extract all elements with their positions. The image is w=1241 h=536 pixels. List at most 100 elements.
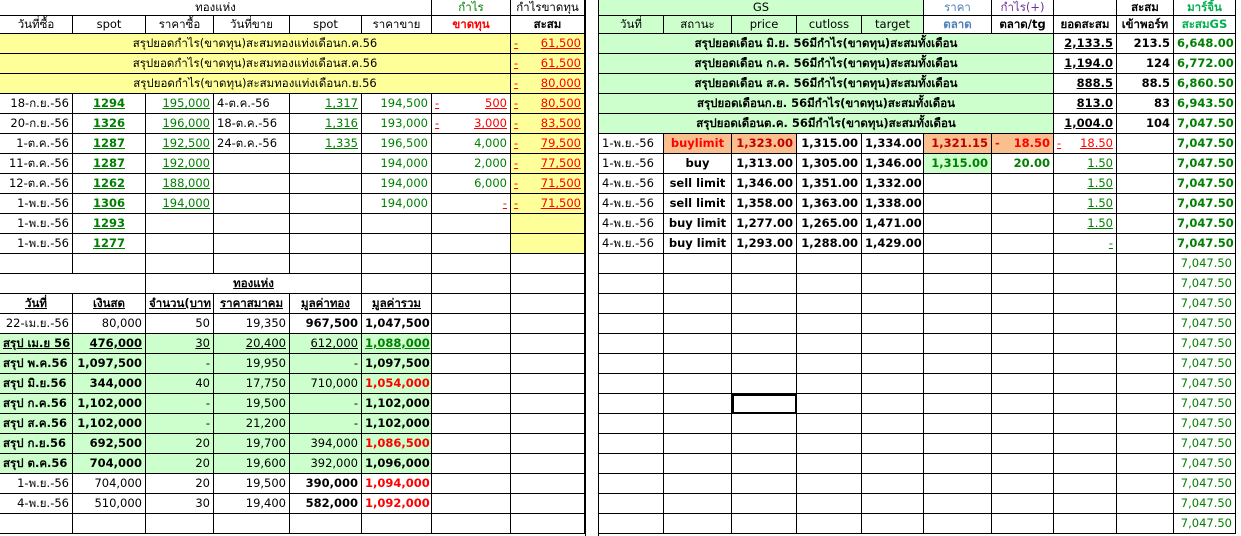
sell-date-cell[interactable] [214,154,290,174]
profit-loss-cell[interactable]: - [432,194,511,214]
spot-cell[interactable]: 1293 [73,214,146,234]
summary-row-value[interactable]: -80,000 [511,74,585,94]
column-header[interactable]: spot [290,16,362,34]
empty-cell[interactable] [511,514,585,534]
empty-cell[interactable] [599,454,664,474]
empty-cell[interactable] [924,294,992,314]
empty-cell[interactable] [1117,174,1174,194]
empty-cell[interactable] [362,254,432,274]
empty-cell[interactable] [73,254,146,274]
table2-total-value[interactable]: 1,088,000 [362,334,432,354]
month-summary-gs[interactable]: 6,772.00 [1174,54,1236,74]
empty-cell[interactable] [862,474,924,494]
trade-market[interactable] [924,214,992,234]
profit-loss-cell[interactable]: 4,000 [432,134,511,154]
trade-cutloss[interactable]: 1,363.00 [797,194,862,214]
table2-gold-value[interactable]: 967,500 [290,314,362,334]
empty-cell[interactable] [664,474,732,494]
cumulative-cell[interactable] [511,234,585,254]
table2-header[interactable]: วันที่ [0,294,73,314]
summary-row-value[interactable]: -61,500 [511,34,585,54]
empty-cell[interactable] [432,294,511,314]
table2-price[interactable]: 20,400 [214,334,290,354]
spot-cell[interactable]: 1277 [73,234,146,254]
trade-target[interactable]: 1,471.00 [862,214,924,234]
empty-cell[interactable] [664,314,732,334]
empty-cell[interactable] [432,414,511,434]
table2-header[interactable]: มูลค่าทอง [290,294,362,314]
empty-cell[interactable] [599,374,664,394]
table2-total-value[interactable]: 1,102,000 [362,394,432,414]
empty-cell[interactable] [992,454,1054,474]
empty-cell[interactable] [732,314,797,334]
empty-cell[interactable] [1117,274,1174,294]
empty-cell[interactable] [797,394,862,414]
empty-cell[interactable] [924,394,992,414]
empty-cell[interactable] [1117,394,1174,414]
month-summary-gs[interactable]: 6,943.50 [1174,94,1236,114]
empty-cell[interactable] [862,374,924,394]
trade-market[interactable]: 1,321.15 [924,134,992,154]
table2-total-value[interactable]: 1,102,000 [362,414,432,434]
trade-market[interactable] [924,234,992,254]
empty-cell[interactable] [992,434,1054,454]
empty-cell[interactable] [732,354,797,374]
buy-date-cell[interactable]: 1-พ.ย.-56 [0,234,73,254]
group-header-profit[interactable]: กำไร [432,0,511,16]
column-header[interactable]: ขาดทุน [432,16,511,34]
empty-cell[interactable] [992,254,1054,274]
empty-cell[interactable] [511,254,585,274]
buy-date-cell[interactable]: 12-ต.ค.-56 [0,174,73,194]
trade-market-target[interactable]: 20.00 [992,154,1054,174]
trade-cumulative[interactable]: 1.50 [1054,194,1117,214]
table2-date[interactable]: สรุป มิ.ย.56 [0,374,73,394]
empty-cell[interactable] [732,294,797,314]
buy-price-cell[interactable]: 195,000 [146,94,214,114]
table2-date[interactable]: สรุป ต.ค.56 [0,454,73,474]
empty-cell[interactable] [664,414,732,434]
empty-cell[interactable] [862,434,924,454]
trade-price[interactable]: 1,346.00 [732,174,797,194]
trade-target[interactable]: 1,334.00 [862,134,924,154]
empty-cell[interactable] [924,354,992,374]
empty-cell[interactable] [862,494,924,514]
empty-cell[interactable] [797,294,862,314]
month-summary-cum[interactable]: 1,194.0 [1054,54,1117,74]
empty-cell[interactable] [290,514,362,534]
table2-cash[interactable]: 80,000 [73,314,146,334]
empty-cell[interactable] [1054,394,1117,414]
empty-cell[interactable] [797,454,862,474]
trade-market-target[interactable]: -18.50 [992,134,1054,154]
buy-date-cell[interactable]: 11-ต.ค.-56 [0,154,73,174]
profit-loss-cell[interactable]: -3,000 [432,114,511,134]
table2-gold-value[interactable]: 394,000 [290,434,362,454]
month-summary-cum[interactable]: 888.5 [1054,74,1117,94]
empty-cell[interactable] [511,334,585,354]
table2-price[interactable]: 19,500 [214,474,290,494]
empty-cell[interactable] [0,514,73,534]
empty-cell[interactable] [862,334,924,354]
column-header[interactable]: cutloss [797,16,862,34]
trade-market-target[interactable] [992,234,1054,254]
sell-spot-cell[interactable]: 1,317 [290,94,362,114]
empty-cell[interactable] [797,334,862,354]
column-header[interactable]: ยอดสะสม [1054,16,1117,34]
buy-date-cell[interactable]: 1-พ.ย.-56 [0,194,73,214]
empty-cell[interactable] [599,514,664,534]
empty-cell[interactable] [599,434,664,454]
trade-target[interactable]: 1,338.00 [862,194,924,214]
empty-cell[interactable] [599,294,664,314]
empty-cell[interactable] [73,514,146,534]
buy-price-cell[interactable]: 196,000 [146,114,214,134]
empty-cell[interactable] [862,514,924,534]
cumulative-cell[interactable]: -71,500 [511,174,585,194]
table2-header[interactable]: เงินสด [73,294,146,314]
table2-gold-value[interactable]: - [290,394,362,414]
table2-date[interactable]: 22-เม.ย.-56 [0,314,73,334]
empty-cell[interactable] [432,254,511,274]
trade-price[interactable]: 1,323.00 [732,134,797,154]
empty-cell[interactable] [1117,414,1174,434]
empty-cell[interactable] [511,434,585,454]
empty-cell[interactable] [599,474,664,494]
trade-target[interactable]: 1,429.00 [862,234,924,254]
